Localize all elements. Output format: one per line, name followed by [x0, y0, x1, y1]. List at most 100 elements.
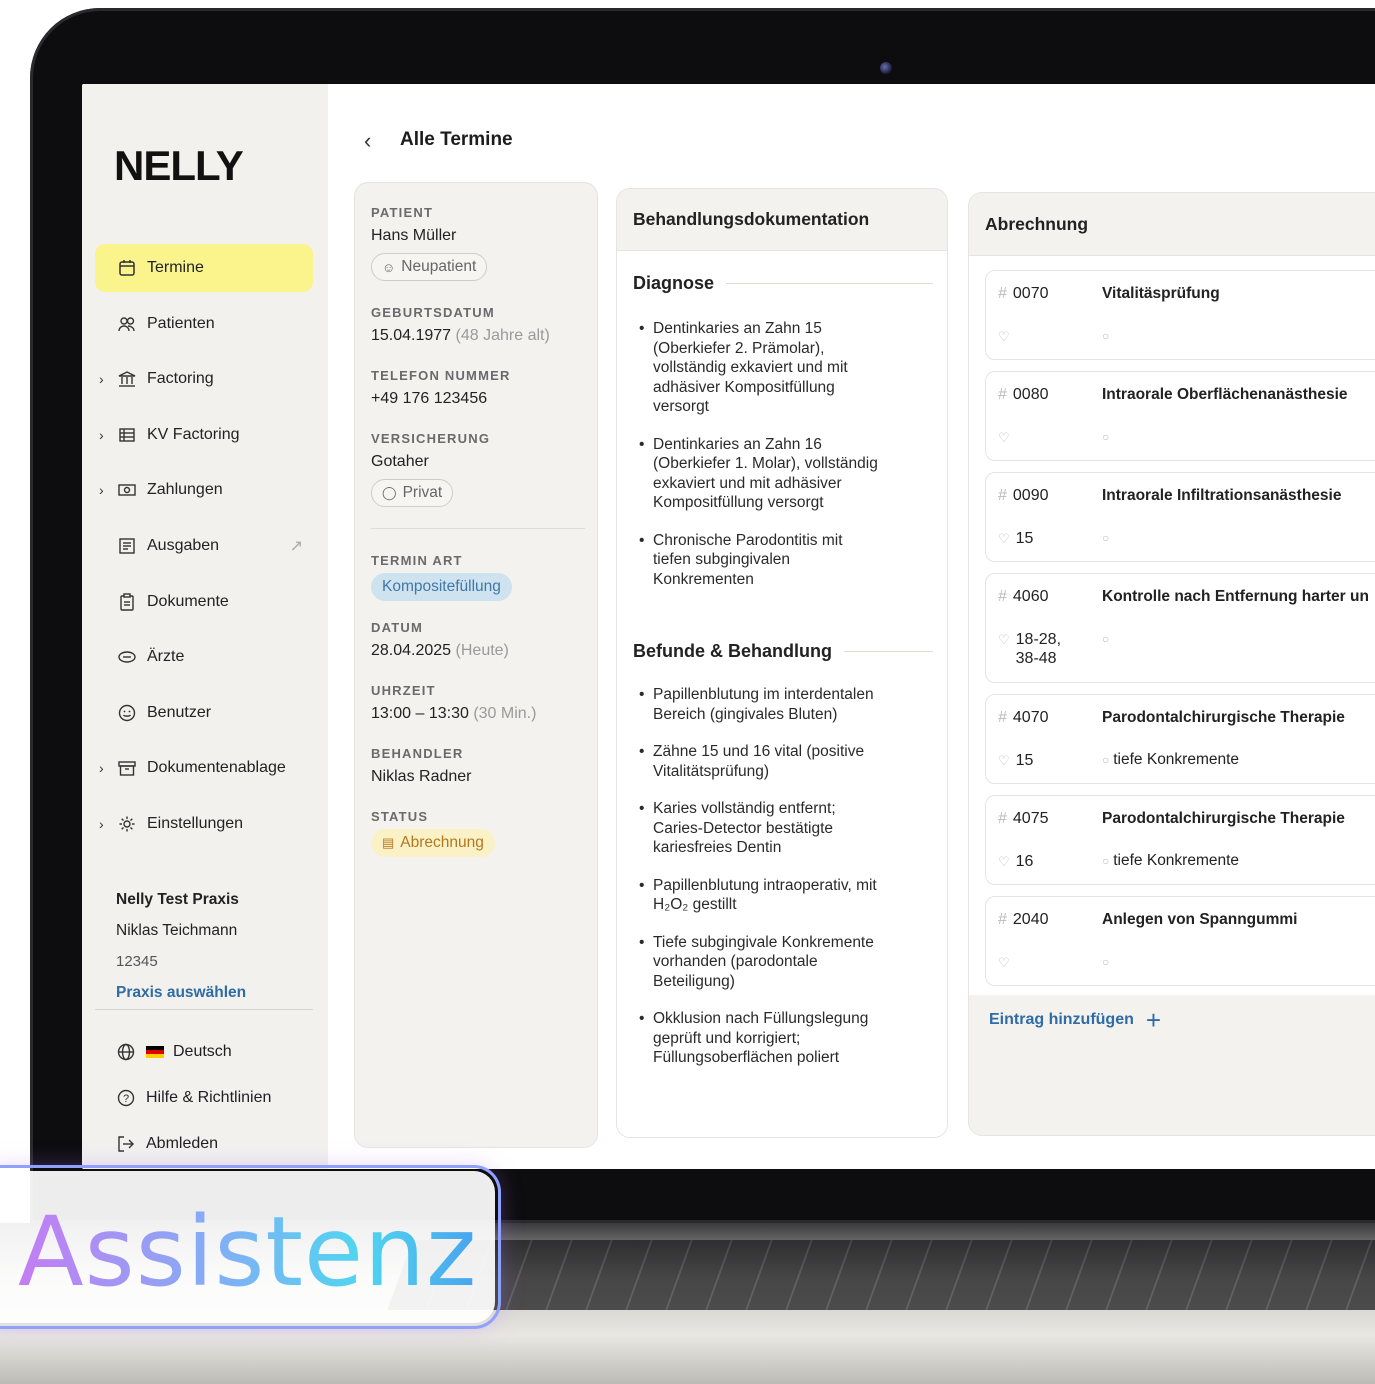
comment-icon: ○: [1102, 531, 1110, 545]
entry-tooth: ♡ 15: [998, 529, 1033, 548]
sidebar-item-kv-factoring[interactable]: › KV Factoring: [95, 411, 313, 459]
billing-entry[interactable]: #0070 Vitalitäsprüfung ♡ ○: [985, 270, 1375, 360]
sidebar-item-label: Einstellungen: [147, 814, 244, 832]
chevron-right-icon: ›: [99, 371, 104, 388]
code-text: 0070: [1012, 285, 1049, 302]
date-text: 28.04.2025: [371, 642, 452, 659]
sidebar-item-aerzte[interactable]: Ärzte: [95, 633, 313, 681]
chevron-right-icon: ›: [99, 815, 104, 832]
select-practice-link[interactable]: Praxis auswählen: [116, 977, 246, 1008]
time-field: UHRZEIT 13:00 – 13:30 (30 Min.): [371, 683, 536, 723]
sidebar-item-zahlungen[interactable]: › Zahlungen: [95, 466, 313, 514]
sidebar-item-patienten[interactable]: Patienten: [95, 300, 313, 348]
shield-icon: ◯: [382, 485, 397, 500]
webcam-icon: [880, 62, 892, 74]
code-text: 2040: [1012, 911, 1049, 928]
entry-title: Anlegen von Spanngummi: [1102, 911, 1298, 928]
entry-tooth: ♡: [998, 327, 1016, 346]
insurance-field: VERSICHERUNG Gotaher ◯ Privat: [371, 431, 490, 507]
documentation-card: Behandlungsdokumentation Diagnose Dentin…: [616, 188, 948, 1138]
logout-icon: [116, 1134, 136, 1154]
entry-code: #4060: [998, 588, 1049, 606]
new-patient-chip: ☺ Neupatient: [371, 253, 488, 281]
practice-id: 12345: [116, 953, 158, 970]
entry-note: ○: [1102, 953, 1113, 971]
comment-icon: ○: [1102, 753, 1110, 767]
sidebar-item-factoring[interactable]: › Factoring: [95, 355, 313, 403]
date-note: (Heute): [455, 642, 509, 659]
sidebar-item-label: Dokumente: [147, 592, 229, 610]
billing-entry[interactable]: #2040 Anlegen von Spanngummi ♡ ○: [985, 896, 1375, 986]
billing-entry[interactable]: #0090 Intraorale Infiltrationsanästhesie…: [985, 472, 1375, 562]
clipboard-icon: [117, 592, 137, 612]
section-rule: [726, 283, 933, 284]
insurance-value: Gotaher: [371, 453, 429, 470]
status-field: STATUS ▤ Abrechnung: [371, 809, 495, 857]
chip-label: Abrechnung: [400, 834, 484, 851]
tooth-text: 16: [1015, 853, 1034, 870]
chip-label: Privat: [402, 484, 443, 501]
phone-value: +49 176 123456: [371, 390, 488, 407]
app-screen: NELLY Termine Patienten › Factoring › KV…: [82, 84, 1375, 1169]
diagnosis-heading: Diagnose: [633, 273, 933, 294]
code-text: 4070: [1012, 709, 1049, 726]
diagnosis-title: Diagnose: [633, 273, 715, 293]
practice-name: Nelly Test Praxis: [116, 891, 239, 908]
status-badge: ▤ Abrechnung: [371, 829, 495, 857]
back-button[interactable]: ‹: [364, 128, 371, 154]
comment-icon: ○: [1102, 955, 1110, 969]
list-item: Papillenblutung intraoperativ, mit H₂O₂ …: [639, 876, 879, 915]
entry-note: ○ tiefe Konkremente: [1102, 751, 1239, 769]
sidebar-item-einstellungen[interactable]: › Einstellungen: [95, 800, 313, 848]
smiley-icon: [117, 703, 137, 723]
type-label: TERMIN ART: [371, 553, 463, 568]
hash-icon: #: [998, 588, 1007, 605]
add-entry-button[interactable]: Eintrag hinzufügen +: [989, 1007, 1161, 1033]
sidebar-item-dokumente[interactable]: Dokumente: [95, 578, 313, 626]
insurance-type-chip: ◯ Privat: [371, 479, 454, 507]
list-item: Chronische Parodontitis mit tiefen subgi…: [639, 531, 879, 590]
sidebar-item-termine[interactable]: Termine: [95, 244, 313, 292]
hash-icon: #: [998, 386, 1007, 403]
list-item: Dentinkaries an Zahn 16 (Oberkiefer 1. M…: [639, 435, 879, 513]
hash-icon: #: [998, 285, 1007, 302]
tooth-icon: ♡: [998, 632, 1010, 647]
sidebar-item-benutzer[interactable]: Benutzer: [95, 689, 313, 737]
sidebar-item-dokumentenablage[interactable]: › Dokumentenablage: [95, 744, 313, 792]
sidebar-item-ausgaben[interactable]: Ausgaben ↗: [95, 522, 313, 570]
logout-label: Abmleden: [146, 1135, 219, 1152]
help-link[interactable]: ? Hilfe & Richtlinien: [116, 1075, 271, 1121]
list-item: Tiefe subgingivale Konkremente vorhanden…: [639, 933, 879, 992]
entry-code: #0070: [998, 285, 1049, 303]
billing-entry[interactable]: #4070 Parodontalchirurgische Therapie ♡ 1…: [985, 694, 1375, 784]
sidebar-item-label: KV Factoring: [147, 425, 240, 443]
date-label: DATUM: [371, 620, 423, 635]
patient-name: Hans Müller: [371, 227, 457, 244]
help-label: Hilfe & Richtlinien: [146, 1089, 272, 1106]
practitioner-value: Niklas Radner: [371, 768, 472, 785]
tooth-icon: ♡: [998, 753, 1010, 768]
language-select[interactable]: Deutsch: [116, 1029, 271, 1075]
practice-info: Nelly Test Praxis Niklas Teichmann 12345…: [116, 884, 246, 1008]
billing-card: Abrechnung #0070 Vitalitäsprüfung ♡ ○ #0…: [968, 192, 1375, 1136]
german-flag-icon: [146, 1046, 164, 1058]
type-field: TERMIN ART Kompositefüllung: [371, 553, 512, 601]
logout-button[interactable]: Abmleden: [116, 1121, 271, 1167]
birth-date: 15.04.1977: [371, 327, 452, 344]
sidebar-footer: Deutsch ? Hilfe & Richtlinien Abmleden: [116, 1029, 271, 1167]
cash-icon: [117, 480, 137, 500]
billing-entry[interactable]: #4060 Kontrolle nach Entfernung harter u…: [985, 573, 1375, 683]
entry-note: ○: [1102, 327, 1113, 345]
external-link-icon: ↗: [289, 537, 303, 555]
hash-icon: #: [998, 911, 1007, 928]
code-text: 0090: [1012, 487, 1049, 504]
patient-separator: [371, 528, 585, 529]
entry-code: #0080: [998, 386, 1049, 404]
doctor-icon: [117, 647, 137, 667]
billing-entry[interactable]: #0080 Intraorale Oberflächenanästhesie ♡…: [985, 371, 1375, 461]
tooth-icon: ♡: [998, 531, 1010, 546]
billing-entry[interactable]: #4075 Parodontalchirurgische Therapie ♡ 1…: [985, 795, 1375, 885]
findings-title: Befunde & Behandlung: [633, 641, 832, 661]
entry-tooth: ♡ 18-28, 38-48: [998, 630, 1061, 668]
date-value: 28.04.2025 (Heute): [371, 642, 509, 660]
